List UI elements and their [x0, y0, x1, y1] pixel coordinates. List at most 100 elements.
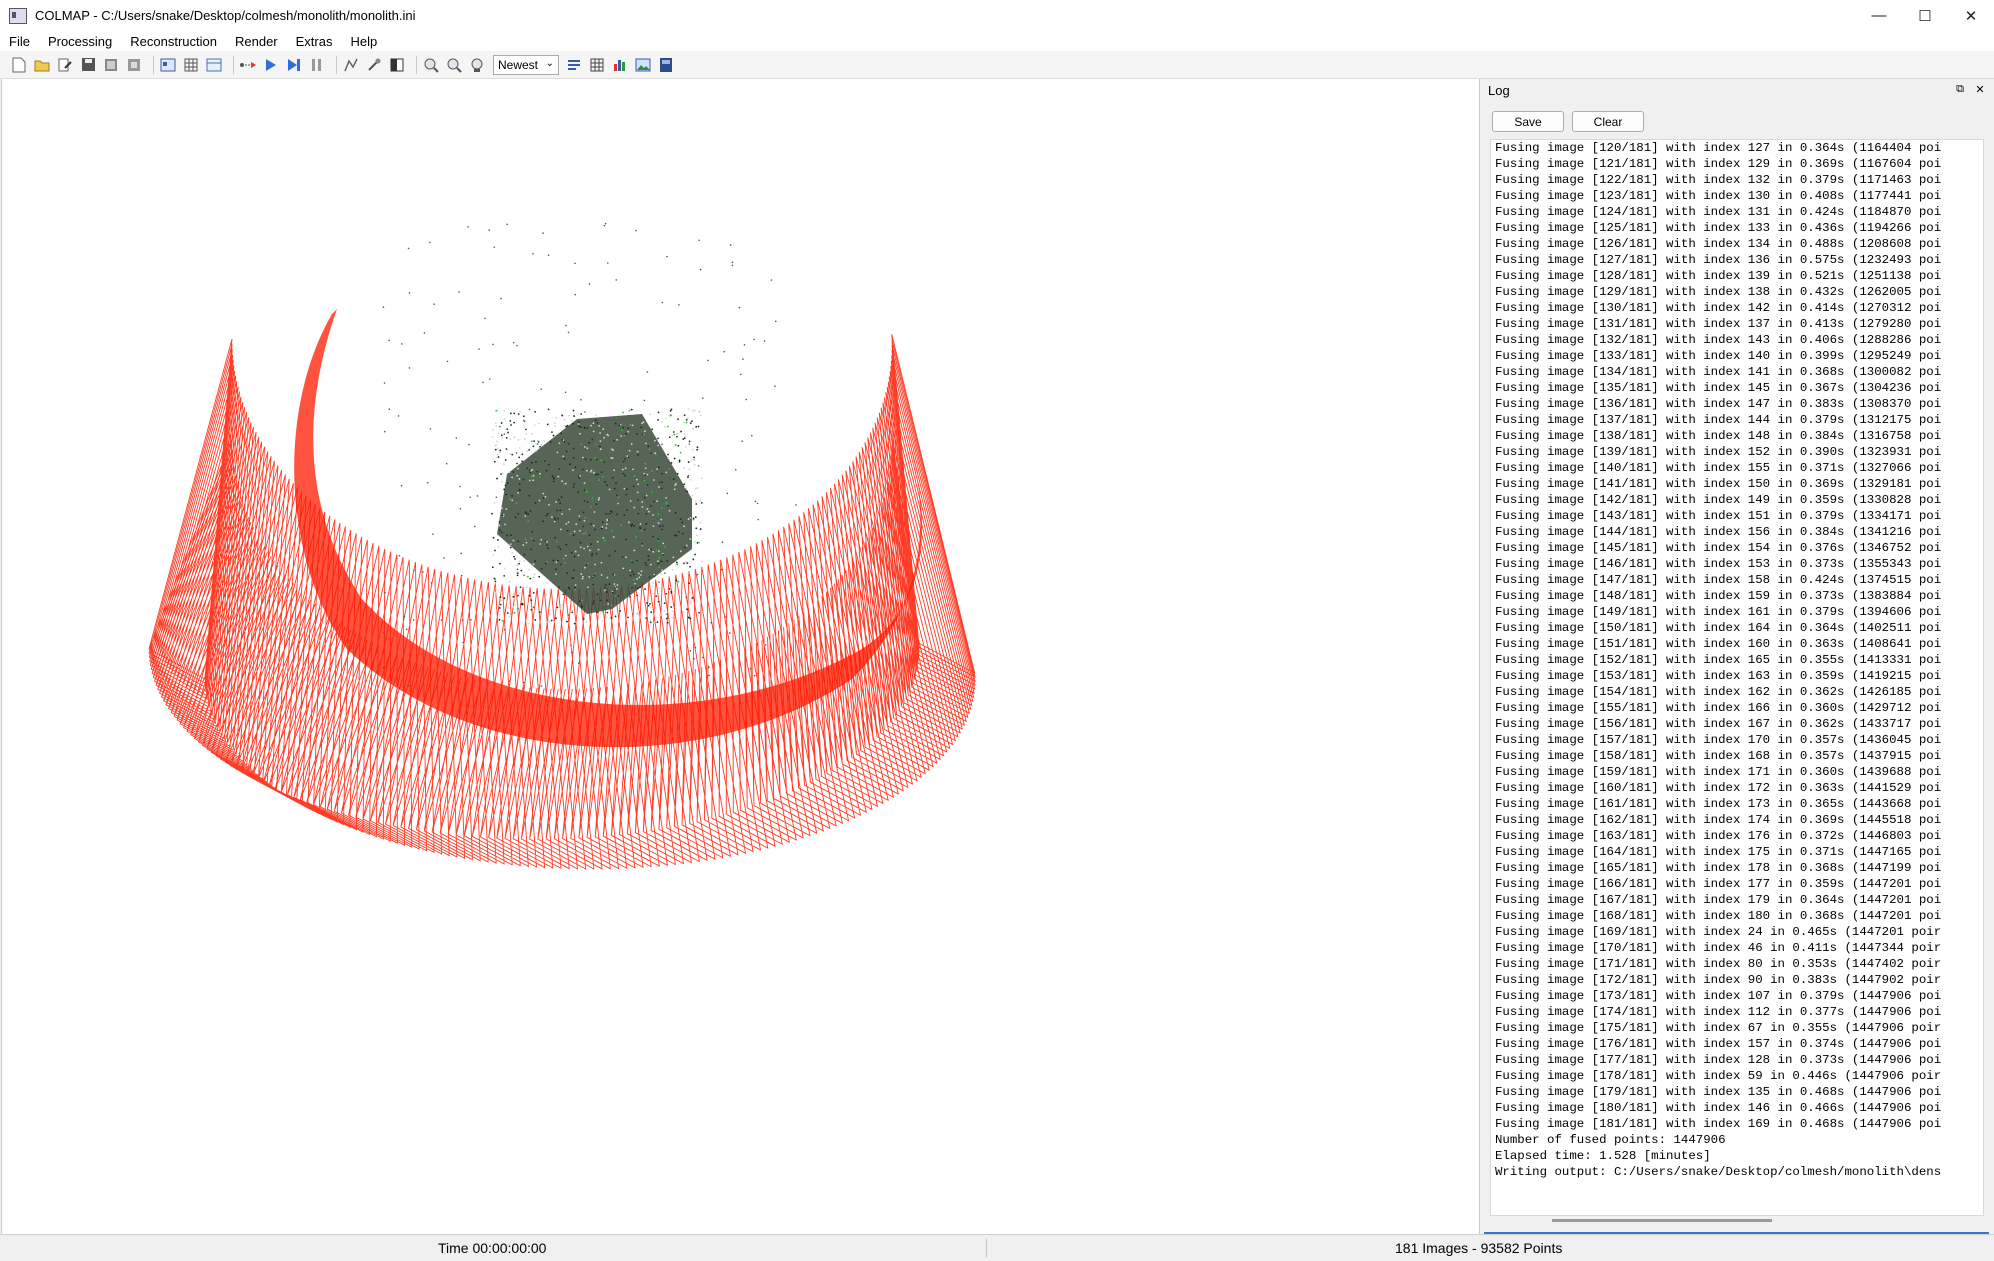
model-viewer[interactable]: [1, 79, 1479, 1234]
point: [663, 572, 666, 575]
menu-extras[interactable]: Extras: [287, 34, 342, 49]
menu-reconstruction[interactable]: Reconstruction: [121, 34, 226, 49]
point: [635, 536, 638, 538]
save-project-icon[interactable]: [79, 56, 97, 74]
point: [610, 617, 613, 619]
point: [657, 538, 659, 541]
point: [525, 541, 528, 544]
point: [561, 414, 564, 417]
point: [636, 491, 639, 494]
point: [652, 592, 654, 595]
point: [643, 479, 646, 482]
start-reconstruction-icon[interactable]: [262, 56, 280, 74]
automatic-reconstruction-icon[interactable]: [239, 56, 257, 74]
point: [652, 479, 655, 481]
point: [631, 424, 634, 427]
point: [605, 523, 608, 526]
match-matrix-icon[interactable]: [588, 56, 606, 74]
point: [678, 531, 680, 533]
point: [542, 497, 545, 499]
menu-processing[interactable]: Processing: [39, 34, 121, 49]
point: [500, 422, 503, 424]
point: [687, 461, 690, 463]
sparse-point: [459, 485, 461, 488]
image-icon[interactable]: [634, 56, 652, 74]
log-text-area[interactable]: Fusing image [120/181] with index 127 in…: [1490, 139, 1984, 1216]
toolbar-separator: [153, 55, 154, 74]
point: [610, 604, 613, 607]
reconstruction-scene[interactable]: [2, 79, 1479, 1234]
point: [674, 564, 677, 566]
log-line: Fusing image [163/181] with index 176 in…: [1495, 829, 1942, 843]
minimize-button[interactable]: —: [1856, 0, 1902, 31]
sparse-point: [643, 399, 646, 402]
menu-bar: File Processing Reconstruction Render Ex…: [0, 31, 1994, 51]
point: [528, 469, 531, 472]
export-icon[interactable]: [125, 56, 143, 74]
point: [651, 491, 654, 494]
zoom-out-icon[interactable]: [445, 56, 463, 74]
step-reconstruction-icon[interactable]: [285, 56, 303, 74]
point: [652, 535, 655, 538]
log-clear-button[interactable]: Clear: [1572, 111, 1644, 132]
bundle-adjustment-icon[interactable]: [342, 56, 360, 74]
menu-render[interactable]: Render: [226, 34, 287, 49]
histogram-icon[interactable]: [611, 56, 629, 74]
zoom-in-icon[interactable]: [422, 56, 440, 74]
maximize-button[interactable]: ☐: [1902, 0, 1948, 31]
point: [654, 606, 657, 609]
point: [625, 488, 628, 490]
sparse-point: [512, 341, 515, 344]
point: [697, 425, 700, 428]
point: [554, 518, 557, 521]
log-horizontal-scrollbar[interactable]: [1552, 1219, 1772, 1222]
point: [531, 530, 534, 533]
float-dock-icon[interactable]: ⧉: [1952, 81, 1968, 97]
log-icon[interactable]: [657, 56, 675, 74]
point: [521, 602, 524, 605]
point: [616, 494, 618, 497]
database-icon[interactable]: [205, 56, 223, 74]
reconstruction-stats-icon[interactable]: [565, 56, 583, 74]
import-icon[interactable]: [102, 56, 120, 74]
pause-reconstruction-icon[interactable]: [308, 56, 326, 74]
point: [539, 472, 541, 475]
feature-extraction-icon[interactable]: [159, 56, 177, 74]
log-line: Fusing image [178/181] with index 59 in …: [1495, 1069, 1942, 1083]
point: [587, 562, 589, 565]
point: [633, 549, 636, 552]
log-line: Fusing image [157/181] with index 170 in…: [1495, 733, 1942, 747]
point: [506, 449, 509, 451]
close-button[interactable]: ✕: [1948, 0, 1994, 31]
point: [552, 480, 555, 483]
log-line: Fusing image [167/181] with index 179 in…: [1495, 893, 1942, 907]
point: [629, 500, 632, 502]
open-project-icon[interactable]: [33, 56, 51, 74]
point: [639, 527, 642, 530]
menu-file[interactable]: File: [0, 34, 39, 49]
point: [521, 453, 524, 456]
edit-project-icon[interactable]: [56, 56, 74, 74]
point: [513, 611, 516, 614]
dense-reconstruction-icon[interactable]: [365, 56, 383, 74]
point: [676, 563, 679, 566]
menu-help[interactable]: Help: [341, 34, 386, 49]
point: [683, 414, 686, 417]
point: [566, 529, 569, 532]
feature-matching-icon[interactable]: [182, 56, 200, 74]
point: [583, 411, 586, 413]
point: [614, 550, 617, 552]
reconstruction-select[interactable]: Newest ⌄: [493, 54, 559, 75]
new-project-icon[interactable]: [10, 56, 28, 74]
point: [569, 463, 572, 466]
point: [674, 445, 677, 448]
sparse-point: [630, 648, 632, 650]
point: [617, 595, 620, 597]
reset-view-icon[interactable]: [468, 56, 486, 74]
point: [679, 550, 682, 553]
close-dock-icon[interactable]: ✕: [1972, 81, 1988, 97]
log-save-button[interactable]: Save: [1492, 111, 1564, 132]
point: [650, 611, 653, 614]
sparse-point: [598, 565, 601, 568]
render-options-icon[interactable]: [388, 56, 406, 74]
